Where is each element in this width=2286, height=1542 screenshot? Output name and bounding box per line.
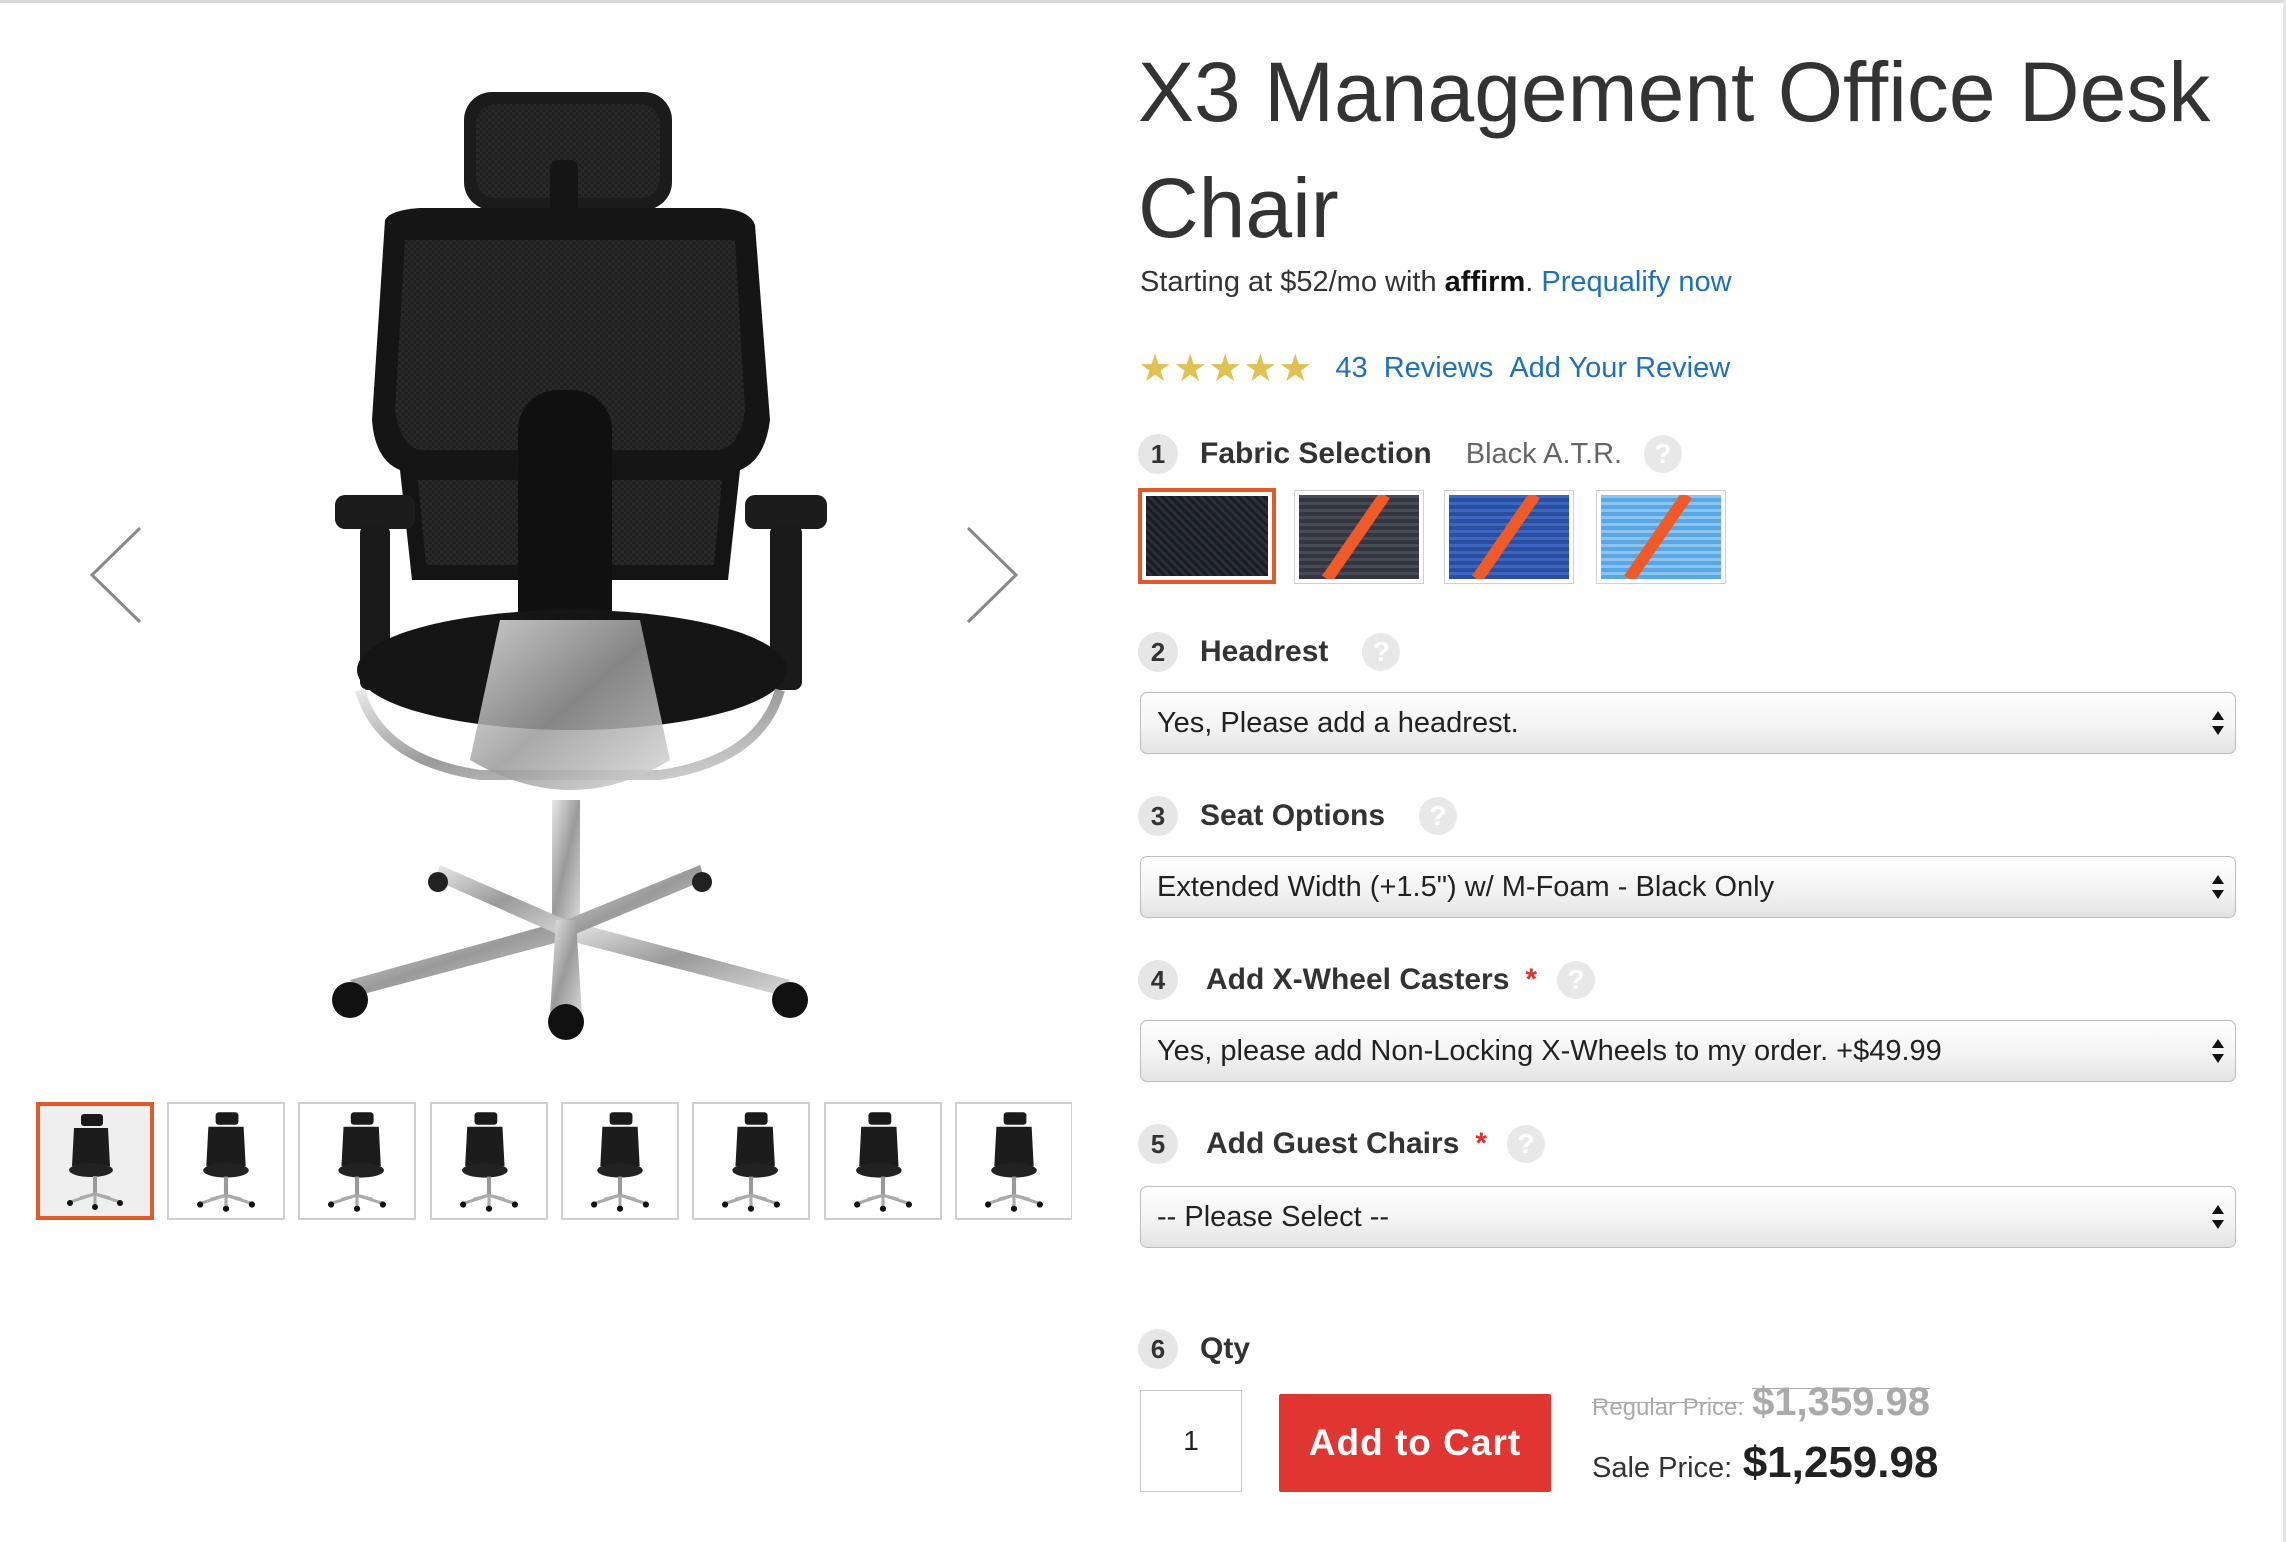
rating-summary: ★★★★★ 43 Reviews Add Your Review	[1138, 346, 1730, 390]
guest-chairs-select-value: -- Please Select --	[1157, 1200, 1390, 1233]
casters-label: Add X-Wheel Casters	[1206, 963, 1510, 996]
help-icon[interactable]: ?	[1507, 1125, 1546, 1163]
thumbnail[interactable]	[692, 1102, 810, 1220]
sale-price: Sale Price: $1,259.98	[1592, 1438, 1938, 1488]
thumbnail-image	[327, 1112, 387, 1212]
qty-input[interactable]: 1	[1140, 1390, 1242, 1492]
help-icon[interactable]: ?	[1362, 633, 1401, 671]
casters-select[interactable]: Yes, please add Non-Locking X-Wheels to …	[1140, 1020, 2236, 1082]
headrest-select[interactable]: Yes, Please add a headrest.	[1140, 692, 2236, 754]
thumbnail[interactable]	[36, 1102, 154, 1220]
select-arrows-icon	[2212, 1039, 2224, 1063]
step-number: 4	[1138, 960, 1178, 1000]
prequalify-link[interactable]: Prequalify now	[1541, 266, 1731, 298]
financing-text: Starting at $52/mo with	[1140, 266, 1437, 298]
guest-chairs-option-header: 5 Add Guest Chairs * ?	[1138, 1122, 1546, 1166]
main-product-image	[332, 92, 827, 1040]
fabric-selected-value: Black A.T.R.	[1465, 437, 1623, 470]
casters-option-header: 4 Add X-Wheel Casters * ?	[1138, 958, 1596, 1002]
thumbnail[interactable]	[955, 1102, 1072, 1220]
thumbnail[interactable]	[561, 1102, 679, 1220]
seat-select-value: Extended Width (+1.5") w/ M-Foam - Black…	[1157, 870, 1775, 903]
headrest-select-value: Yes, Please add a headrest.	[1157, 706, 1519, 739]
required-marker: *	[1525, 963, 1538, 996]
regular-price: Regular Price: $1,359.98	[1592, 1380, 1930, 1425]
sale-price-amount: $1,259.98	[1742, 1438, 1939, 1487]
guest-chairs-select[interactable]: -- Please Select --	[1140, 1186, 2236, 1248]
select-arrows-icon	[2212, 875, 2224, 899]
help-icon[interactable]: ?	[1644, 435, 1683, 473]
step-number: 1	[1138, 434, 1178, 474]
thumbnail[interactable]	[824, 1102, 942, 1220]
review-count: 43	[1335, 351, 1368, 384]
step-number: 6	[1138, 1329, 1178, 1369]
swatch-charcoal[interactable]	[1294, 490, 1424, 584]
add-to-cart-button[interactable]: Add to Cart	[1279, 1394, 1551, 1492]
seat-option-header: 3 Seat Options ?	[1138, 794, 1458, 838]
star-rating-icon: ★★★★★	[1138, 347, 1314, 390]
reviews-label: Reviews	[1383, 351, 1494, 384]
headrest-option-header: 2 Headrest ?	[1138, 630, 1401, 674]
seat-label: Seat Options	[1200, 799, 1386, 832]
financing-line: Starting at $52/mo with affirm. Prequali…	[1140, 266, 1732, 299]
help-icon[interactable]: ?	[1419, 797, 1458, 835]
thumbnail-image	[853, 1112, 913, 1212]
swatch-blue[interactable]	[1444, 490, 1574, 584]
step-number: 5	[1138, 1124, 1178, 1164]
fabric-label: Fabric Selection	[1200, 437, 1432, 470]
select-arrows-icon	[2212, 711, 2224, 735]
affirm-logo: affirm	[1444, 266, 1526, 298]
casters-select-value: Yes, please add Non-Locking X-Wheels to …	[1157, 1034, 1942, 1067]
swatch-light-blue[interactable]	[1596, 490, 1726, 584]
qty-label: Qty	[1200, 1332, 1251, 1365]
sale-price-label: Sale Price:	[1592, 1452, 1733, 1484]
add-review-link[interactable]: Add Your Review	[1509, 352, 1730, 385]
select-arrows-icon	[2212, 1205, 2224, 1229]
chevron-left-icon[interactable]	[78, 520, 158, 630]
swatch-black[interactable]	[1138, 488, 1276, 584]
thumbnail-image	[459, 1112, 519, 1212]
thumbnail[interactable]	[167, 1102, 285, 1220]
thumbnail[interactable]	[298, 1102, 416, 1220]
chevron-right-icon[interactable]	[950, 520, 1030, 630]
thumbnail-image	[196, 1112, 256, 1212]
financing-suffix: .	[1525, 266, 1534, 298]
product-title: X3 Management Office Desk Chair	[1138, 45, 2211, 255]
help-icon[interactable]: ?	[1557, 961, 1596, 999]
regular-price-label: Regular Price:	[1592, 1394, 1745, 1421]
thumbnail-image	[590, 1112, 650, 1212]
product-gallery	[0, 0, 1080, 1542]
thumbnail-image	[984, 1112, 1044, 1212]
reviews-link[interactable]: 43 Reviews	[1335, 352, 1493, 385]
thumbnail-strip	[36, 1100, 1072, 1225]
regular-price-amount: $1,359.98	[1752, 1380, 1931, 1424]
step-number: 3	[1138, 796, 1178, 836]
thumbnail-image	[67, 1114, 123, 1210]
thumbnail[interactable]	[430, 1102, 548, 1220]
headrest-label: Headrest	[1200, 635, 1329, 668]
guest-chairs-label: Add Guest Chairs	[1206, 1127, 1460, 1160]
fabric-option-header: 1 Fabric Selection Black A.T.R. ?	[1138, 432, 1683, 476]
seat-select[interactable]: Extended Width (+1.5") w/ M-Foam - Black…	[1140, 856, 2236, 918]
required-marker: *	[1475, 1127, 1488, 1160]
step-number: 2	[1138, 632, 1178, 672]
qty-option-header: 6 Qty	[1138, 1327, 1250, 1371]
thumbnail-image	[721, 1112, 781, 1212]
